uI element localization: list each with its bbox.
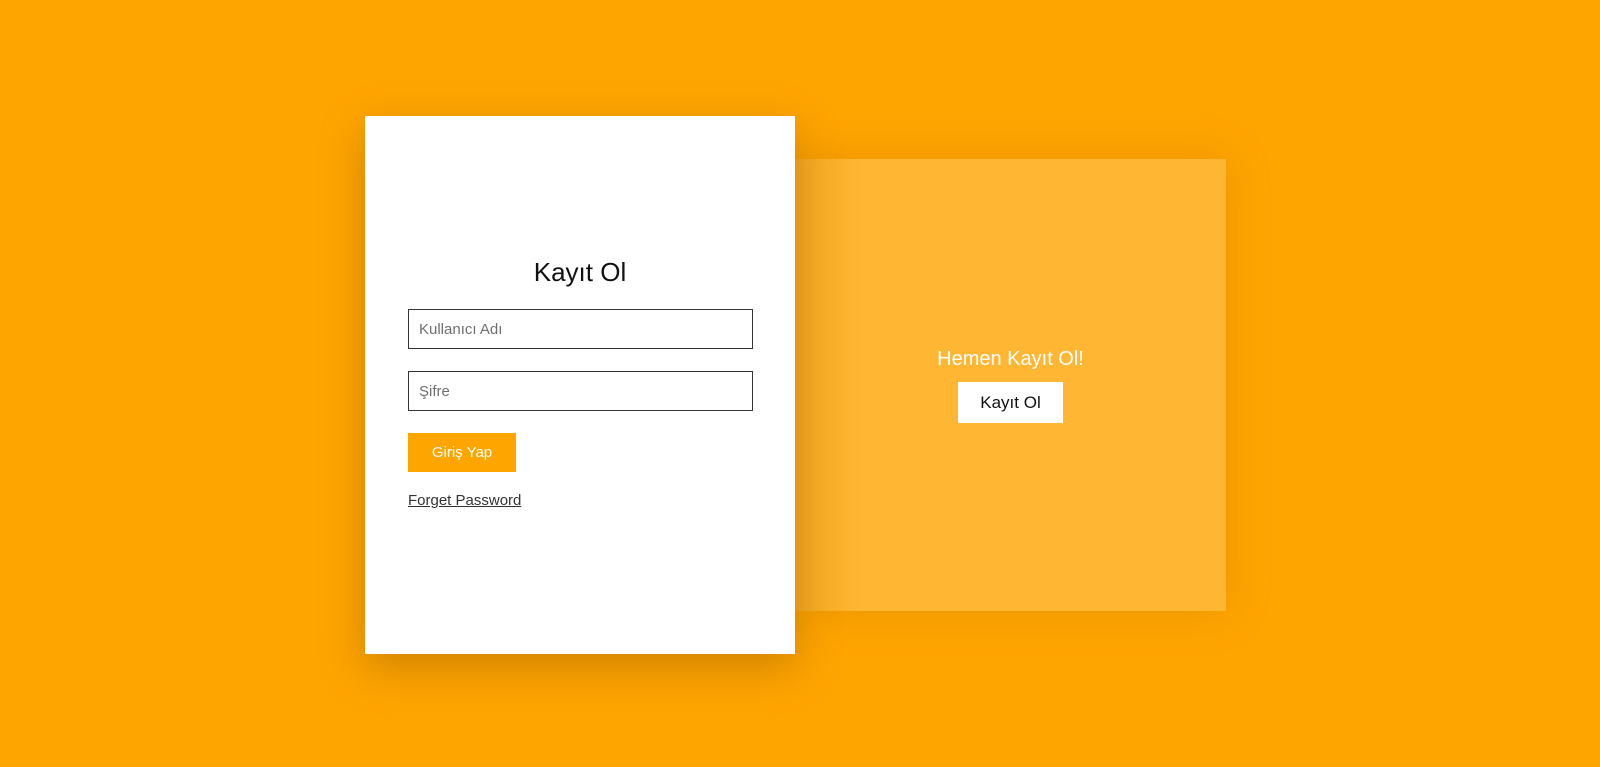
login-card: Kayıt Ol Giriş Yap Forget Password <box>365 116 795 654</box>
login-button[interactable]: Giriş Yap <box>408 433 516 472</box>
form-title: Kayıt Ol <box>533 257 627 287</box>
forget-password-link[interactable]: Forget Password <box>408 492 521 510</box>
register-button[interactable]: Kayıt Ol <box>958 382 1063 423</box>
username-input[interactable] <box>408 309 753 349</box>
register-prompt: Hemen Kayıt Ol! <box>937 348 1084 370</box>
register-panel: Hemen Kayıt Ol! Kayıt Ol <box>795 159 1226 611</box>
password-input[interactable] <box>408 371 753 411</box>
